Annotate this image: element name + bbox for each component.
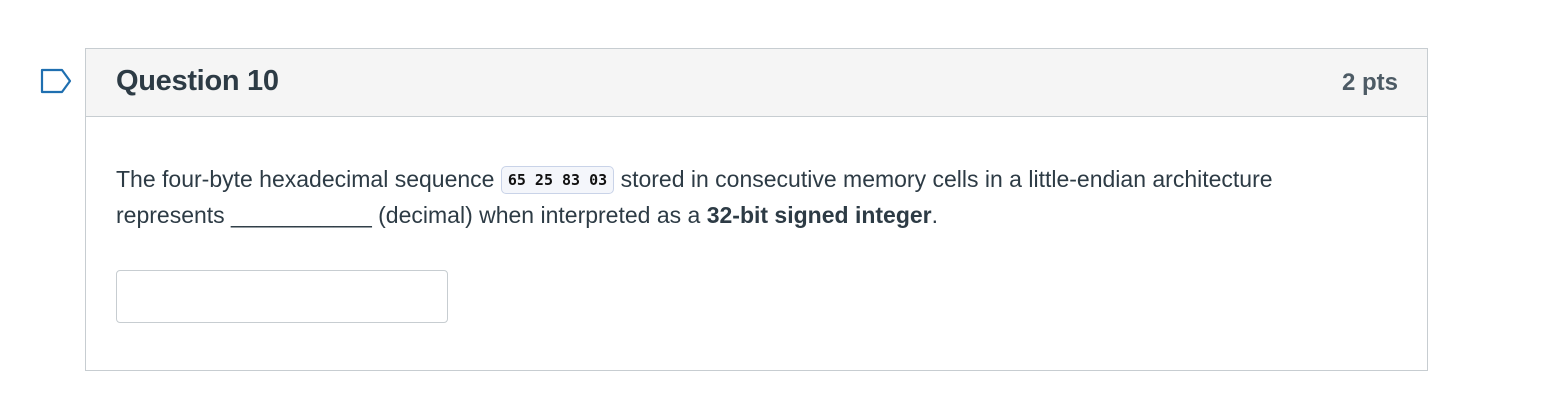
question-points: 2 pts (1341, 69, 1398, 96)
hex-code-chip: 65 25 83 03 (500, 166, 615, 194)
question-title: Question 10 (116, 65, 279, 97)
question-header: Question 10 2 pts (86, 49, 1427, 117)
question-card: Question 10 2 pts The four-byte hexadeci… (85, 48, 1428, 371)
flag-bookmark-icon (40, 68, 72, 94)
question-text-end: . (931, 202, 939, 228)
question-text-bold: 32-bit signed integer (706, 202, 932, 228)
answer-input[interactable] (116, 270, 448, 323)
question-text-intro: The four-byte hexadecimal sequence (116, 166, 501, 192)
question-text: The four-byte hexadecimal sequence 65 25… (116, 161, 1386, 233)
flag-question-button[interactable] (40, 68, 72, 94)
